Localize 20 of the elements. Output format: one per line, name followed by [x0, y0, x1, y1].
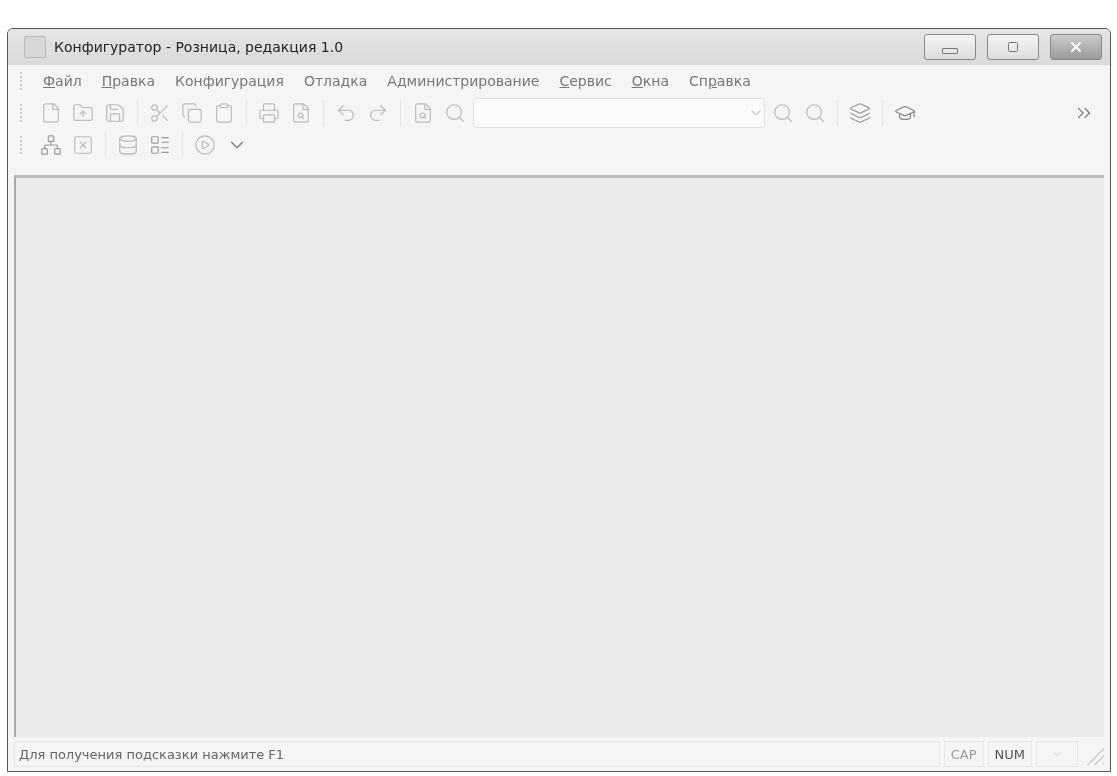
status-indicator: CAP: [943, 741, 984, 767]
close-button[interactable]: [1050, 34, 1102, 60]
status-message: Для получения подсказки нажмите F1: [14, 741, 940, 767]
menu-item[interactable]: Сервис: [553, 73, 618, 89]
maximize-button[interactable]: [987, 34, 1039, 60]
maximize-icon: [1007, 41, 1019, 53]
menu-item[interactable]: Отладка: [297, 73, 374, 89]
menu-item[interactable]: Окна: [625, 73, 676, 89]
window-title: Конфигуратор - Розница, редакция 1.0: [54, 39, 345, 55]
menu-item[interactable]: Администрирование: [381, 73, 546, 89]
close-icon: [1068, 39, 1084, 55]
app-icon: [24, 36, 46, 58]
minimize-button[interactable]: [924, 34, 976, 60]
search-combo-field[interactable]: [473, 98, 765, 128]
menu-item[interactable]: Конфигурация: [169, 73, 290, 89]
menu-item[interactable]: Файл: [37, 73, 88, 89]
status-indicator: NUM: [987, 741, 1032, 767]
menu-item[interactable]: Справка: [683, 73, 757, 89]
menu-item[interactable]: Правка: [95, 73, 161, 89]
minimize-icon: [942, 48, 958, 54]
